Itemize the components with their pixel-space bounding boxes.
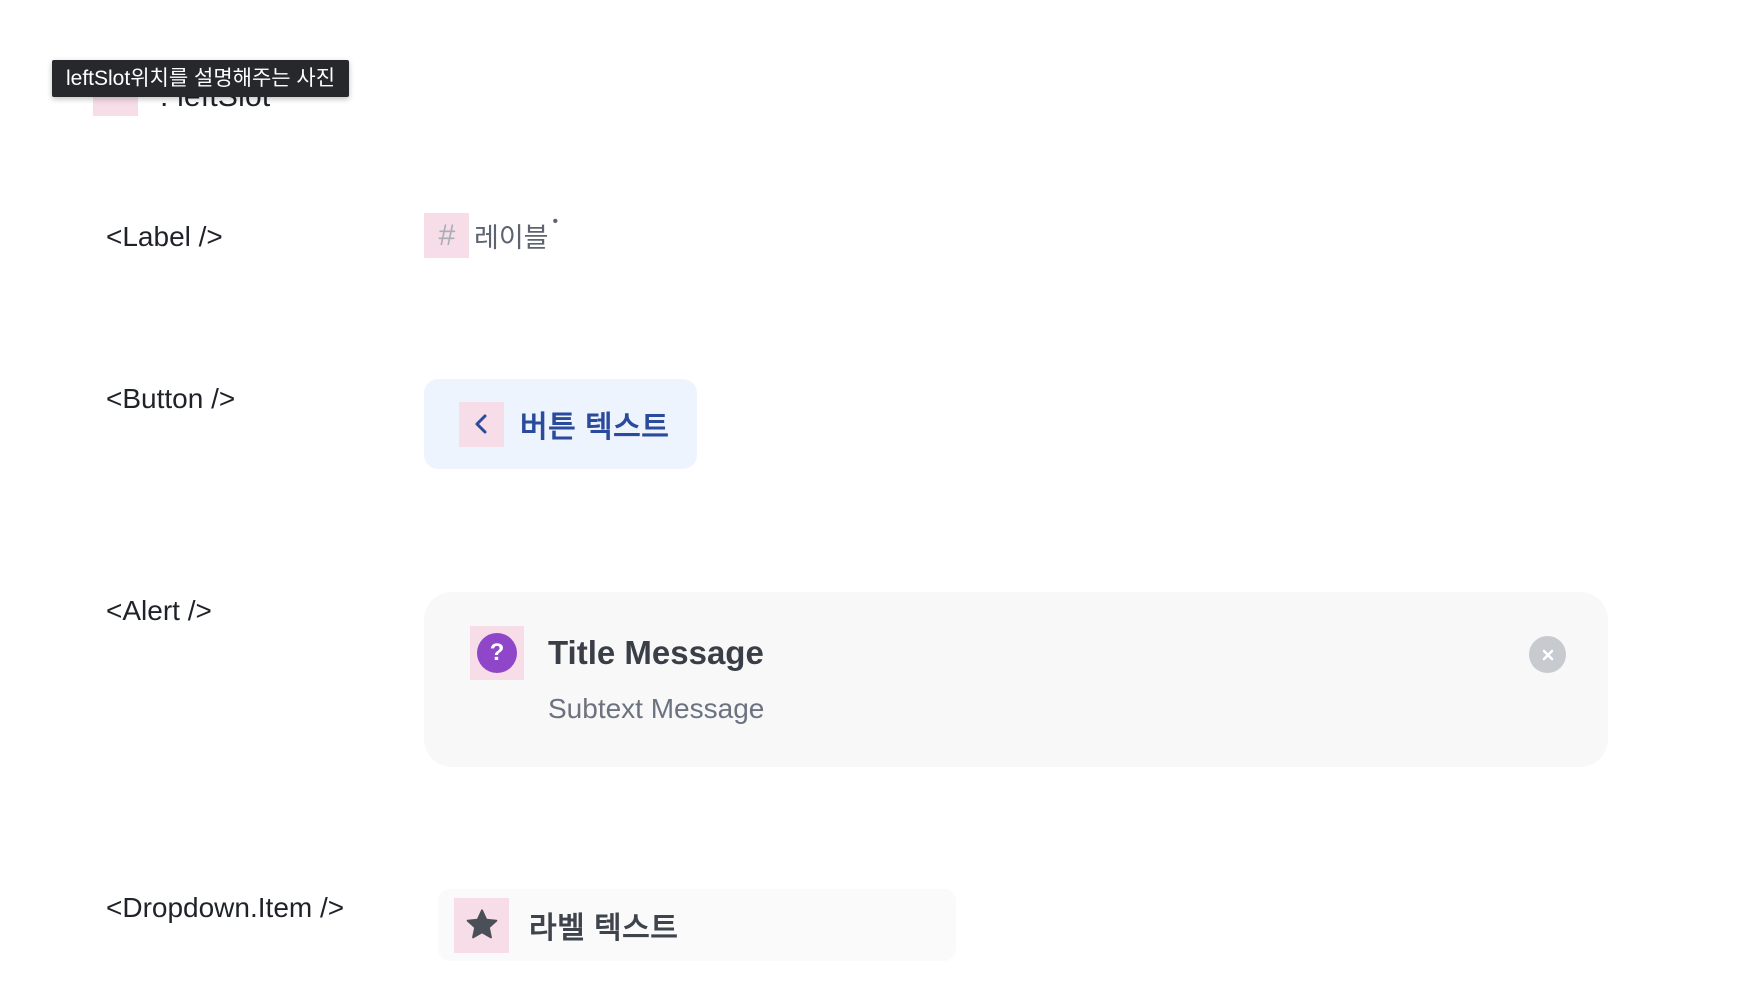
row-label-button: <Button /> [106,383,236,414]
alert-left-slot: ? [470,626,524,680]
sample-alert: ? Title Message Subtext Message [424,592,1608,767]
dropdown-item-left-slot [454,897,509,953]
star-icon [466,909,497,939]
row-label-dropdown-item: <Dropdown.Item /> [106,892,345,923]
chevron-left-icon [475,414,486,434]
image-tooltip: leftSlot위치를 설명해주는 사진 [52,60,350,97]
required-indicator: • [552,212,559,230]
label-sample: # 레이블 • [424,213,558,258]
question-icon: ? [477,633,517,673]
alert-subtext: Subtext Message [548,693,765,724]
close-icon [1542,649,1553,660]
alert-close-button[interactable] [1529,636,1566,673]
label-left-slot: # [424,213,469,258]
sample-button[interactable]: 버튼 텍스트 [424,379,697,469]
sample-dropdown-item[interactable]: 라벨 텍스트 [438,889,956,961]
label-sample-text: 레이블 [474,223,549,253]
button-left-slot [459,401,504,447]
row-label-label: <Label /> [106,221,223,252]
dropdown-item-text: 라벨 텍스트 [529,912,679,945]
hash-icon: # [438,218,455,252]
row-label-alert: <Alert /> [106,595,212,626]
button-sample-text: 버튼 텍스트 [520,411,670,444]
alert-title: Title Message [548,634,764,671]
